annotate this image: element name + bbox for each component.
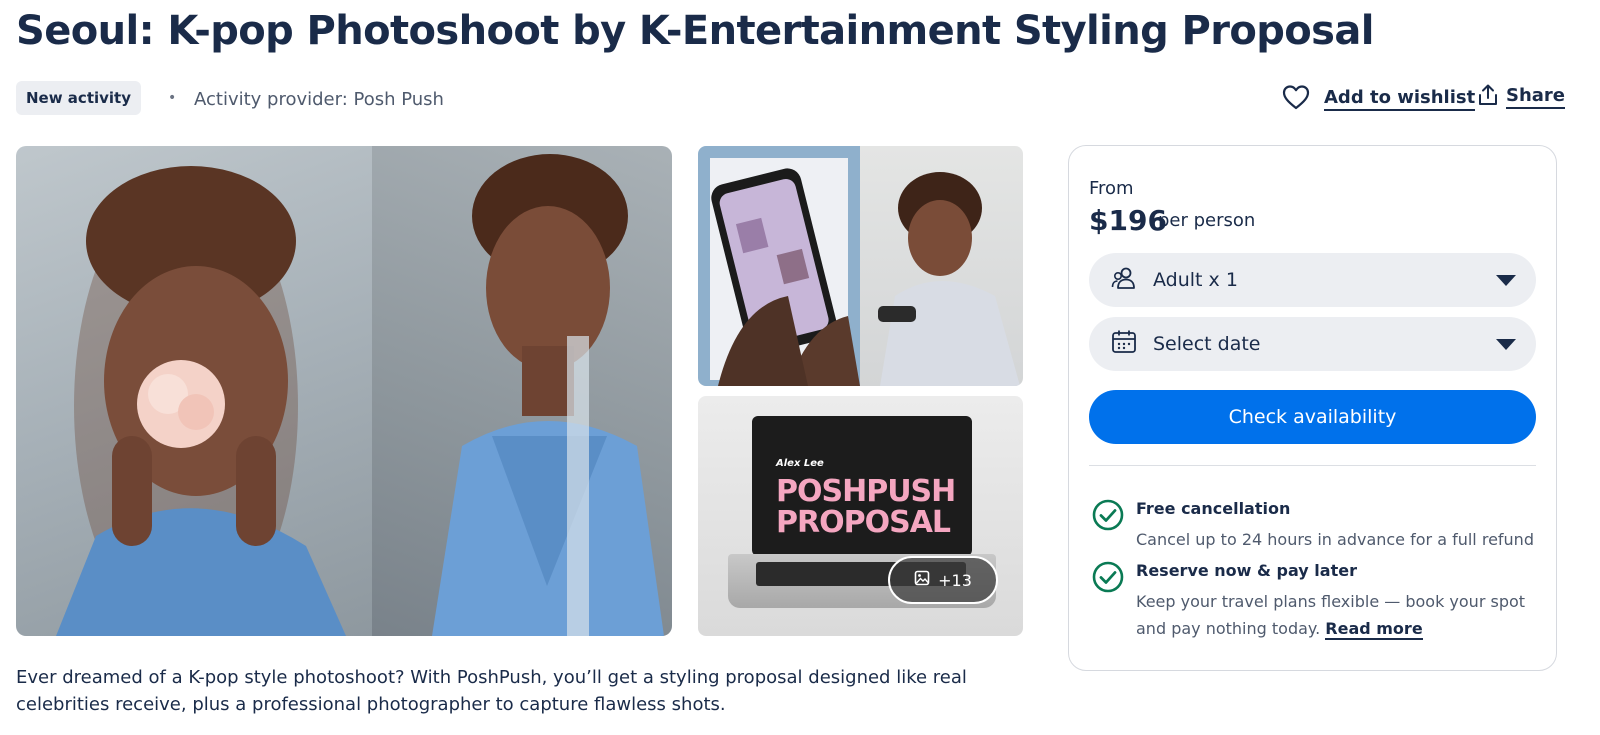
activity-provider: Activity provider: Posh Push bbox=[194, 89, 444, 110]
main-photo[interactable] bbox=[16, 146, 672, 636]
activity-description: Ever dreamed of a K-pop style photoshoot… bbox=[16, 667, 967, 715]
calendar-icon bbox=[1111, 329, 1137, 359]
feature-title: Free cancellation bbox=[1136, 499, 1291, 518]
share-icon bbox=[1478, 84, 1498, 110]
read-more-link[interactable]: Read more bbox=[1325, 619, 1423, 640]
date-value: Select date bbox=[1153, 333, 1261, 355]
share-button[interactable]: Share bbox=[1478, 84, 1566, 110]
page-title: Seoul: K-pop Photoshoot by K-Entertainme… bbox=[16, 8, 1374, 54]
card-divider bbox=[1089, 465, 1536, 466]
photo-phone-closeup bbox=[698, 146, 860, 386]
users-icon bbox=[1111, 266, 1137, 294]
date-select[interactable]: Select date bbox=[1089, 317, 1536, 371]
price-amount: $196 bbox=[1089, 204, 1167, 237]
photo-model-blue-dress bbox=[372, 146, 672, 636]
chevron-down-icon bbox=[1496, 338, 1516, 350]
share-label: Share bbox=[1506, 85, 1566, 109]
more-photos-count: +13 bbox=[938, 570, 972, 590]
new-activity-badge: New activity bbox=[16, 81, 141, 115]
check-availability-button[interactable]: Check availability bbox=[1089, 390, 1536, 444]
laptop-screen-name: Alex Lee bbox=[776, 458, 824, 469]
image-icon bbox=[914, 570, 930, 590]
add-to-wishlist-button[interactable]: Add to wishlist bbox=[1282, 84, 1476, 114]
wishlist-label: Add to wishlist bbox=[1324, 87, 1476, 111]
check-circle-icon bbox=[1092, 499, 1124, 535]
participants-value: Adult x 1 bbox=[1153, 269, 1238, 291]
feature-description-wrap: Keep your travel plans flexible — book y… bbox=[1136, 588, 1536, 642]
participants-select[interactable]: Adult x 1 bbox=[1089, 253, 1536, 307]
feature-title: Reserve now & pay later bbox=[1136, 561, 1357, 580]
meta-separator: • bbox=[168, 90, 177, 106]
booking-card: From $196 per person Adult x 1 Select da… bbox=[1068, 145, 1557, 671]
check-circle-icon bbox=[1092, 561, 1124, 597]
photo-model-with-flower bbox=[16, 146, 372, 636]
price-from-label: From bbox=[1089, 178, 1134, 199]
feature-description: Cancel up to 24 hours in advance for a f… bbox=[1136, 530, 1534, 549]
photo-phone-styling-app[interactable] bbox=[698, 146, 1023, 386]
chevron-down-icon bbox=[1496, 274, 1516, 286]
more-photos-button[interactable]: +13 bbox=[888, 556, 998, 604]
photo-woman-on-phone bbox=[860, 146, 1023, 386]
laptop-screen-brand: POSHPUSH PROPOSAL bbox=[776, 474, 956, 540]
heart-icon bbox=[1282, 84, 1310, 114]
price-unit: per person bbox=[1158, 210, 1256, 231]
